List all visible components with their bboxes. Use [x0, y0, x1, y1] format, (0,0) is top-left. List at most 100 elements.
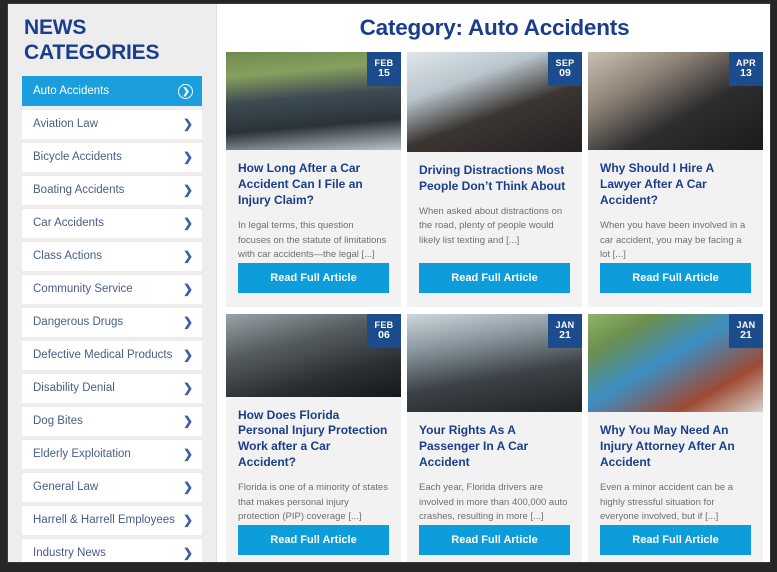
article-card[interactable]: FEB 06 How Does Florida Personal Injury Pr…	[226, 314, 401, 562]
page-frame: NEWS CATEGORIES Auto Accidents ❯ Aviation …	[8, 4, 770, 562]
sidebar-item-label: Defective Medical Products	[33, 349, 173, 362]
news-categories-sidebar: NEWS CATEGORIES Auto Accidents ❯ Aviation …	[8, 4, 217, 562]
date-day: 09	[559, 67, 571, 80]
sidebar-item-label: Dog Bites	[33, 415, 83, 428]
sidebar-item-label: Auto Accidents	[33, 85, 110, 98]
article-card[interactable]: SEP 09 Driving Distractions Most People Do…	[407, 52, 582, 307]
sidebar-heading: NEWS CATEGORIES	[24, 16, 160, 64]
article-body: Why You May Need An Injury Attorney Afte…	[588, 412, 763, 525]
sidebar-item-label: Class Actions	[33, 250, 103, 263]
sidebar-item-label: Boating Accidents	[33, 184, 125, 197]
article-date-badge: FEB 15	[367, 52, 401, 86]
article-thumbnail[interactable]: JAN 21	[407, 314, 582, 413]
sidebar-item-dangerous-drugs[interactable]: Dangerous Drugs ❯	[22, 306, 202, 337]
sidebar-item-car-accidents[interactable]: Car Accidents ❯	[22, 207, 202, 238]
date-day: 15	[378, 67, 390, 80]
article-body: Your Rights As A Passenger In A Car Acci…	[407, 412, 582, 525]
article-card-grid: FEB 15 How Long After a Car Accident Can I…	[223, 52, 766, 562]
date-day: 21	[740, 329, 752, 342]
article-date-badge: FEB 06	[367, 314, 401, 348]
chevron-right-icon: ❯	[182, 216, 193, 231]
sidebar-item-class-actions[interactable]: Class Actions ❯	[22, 240, 202, 271]
article-thumbnail[interactable]: JAN 21	[588, 314, 763, 413]
article-card[interactable]: JAN 21 Your Rights As A Passenger In A Car…	[407, 314, 582, 562]
chevron-right-icon: ❯	[182, 315, 193, 330]
article-title[interactable]: Driving Distractions Most People Don’t T…	[419, 163, 570, 195]
article-excerpt: Each year, Florida drivers are involved …	[419, 481, 568, 523]
article-card[interactable]: FEB 15 How Long After a Car Accident Can I…	[226, 52, 401, 307]
sidebar-item-general-law[interactable]: General Law ❯	[22, 471, 202, 502]
sidebar-item-bicycle-accidents[interactable]: Bicycle Accidents ❯	[22, 141, 202, 172]
chevron-right-icon: ❯	[182, 414, 193, 429]
sidebar-item-boating-accidents[interactable]: Boating Accidents ❯	[22, 174, 202, 205]
sidebar-item-label: Bicycle Accidents	[33, 151, 122, 164]
article-title[interactable]: How Long After a Car Accident Can I File…	[238, 161, 389, 208]
article-excerpt: Even a minor accident can be a highly st…	[600, 481, 734, 523]
sidebar-item-aviation-law[interactable]: Aviation Law ❯	[22, 108, 202, 139]
article-excerpt: Florida is one of a minority of states t…	[238, 481, 388, 523]
sidebar-item-dog-bites[interactable]: Dog Bites ❯	[22, 405, 202, 436]
article-excerpt: In legal terms, this question focuses on…	[238, 219, 387, 261]
sidebar-item-harrell-harrell-employees[interactable]: Harrell & Harrell Employees ❯	[22, 504, 202, 535]
chevron-right-icon: ❯	[182, 546, 193, 561]
article-thumbnail[interactable]: SEP 09	[407, 52, 582, 152]
article-body: How Does Florida Personal Injury Protect…	[226, 397, 401, 525]
date-day: 13	[740, 67, 752, 80]
sidebar-item-label: Car Accidents	[33, 217, 104, 230]
chevron-right-icon: ❯	[182, 249, 193, 264]
sidebar-item-defective-medical-products[interactable]: Defective Medical Products ❯	[22, 339, 202, 370]
chevron-right-icon: ❯	[182, 447, 193, 462]
article-excerpt: When asked about distractions on the roa…	[419, 205, 563, 247]
article-title[interactable]: Why Should I Hire A Lawyer After A Car A…	[600, 161, 751, 208]
screenshot-frame: NEWS CATEGORIES Auto Accidents ❯ Aviation …	[0, 0, 777, 572]
sidebar-item-label: Elderly Exploitation	[33, 448, 131, 461]
sidebar-item-label: Harrell & Harrell Employees	[33, 514, 175, 527]
article-title[interactable]: Your Rights As A Passenger In A Car Acci…	[419, 423, 570, 470]
chevron-right-icon: ❯	[182, 117, 193, 132]
date-day: 06	[378, 329, 390, 342]
read-full-article-button[interactable]: Read Full Article	[419, 525, 570, 555]
article-date-badge: SEP 09	[548, 52, 582, 86]
article-body: How Long After a Car Accident Can I File…	[226, 150, 401, 263]
chevron-right-icon: ❯	[182, 282, 193, 297]
sidebar-item-label: Industry News	[33, 547, 106, 560]
date-day: 21	[559, 329, 571, 342]
chevron-right-icon: ❯	[182, 513, 193, 528]
sidebar-item-label: Aviation Law	[33, 118, 98, 131]
article-title[interactable]: Why You May Need An Injury Attorney Afte…	[600, 423, 751, 470]
sidebar-item-label: General Law	[33, 481, 99, 494]
read-full-article-button[interactable]: Read Full Article	[419, 263, 570, 293]
article-excerpt: When you have been involved in a car acc…	[600, 219, 746, 261]
page-layout: NEWS CATEGORIES Auto Accidents ❯ Aviation …	[8, 4, 770, 562]
article-thumbnail[interactable]: FEB 15	[226, 52, 401, 151]
sidebar-item-auto-accidents[interactable]: Auto Accidents ❯	[22, 75, 202, 106]
article-thumbnail[interactable]: FEB 06	[226, 314, 401, 397]
chevron-right-icon: ❯	[182, 348, 193, 363]
sidebar-item-community-service[interactable]: Community Service ❯	[22, 273, 202, 304]
sidebar-item-industry-news[interactable]: Industry News ❯	[22, 537, 202, 562]
article-card[interactable]: JAN 21 Why You May Need An Injury Attorney…	[588, 314, 763, 562]
sidebar-item-label: Disability Denial	[33, 382, 115, 395]
article-thumbnail[interactable]: APR 13	[588, 52, 763, 151]
sidebar-item-label: Dangerous Drugs	[33, 316, 124, 329]
chevron-right-icon: ❯	[182, 480, 193, 495]
chevron-right-icon: ❯	[182, 381, 193, 396]
article-date-badge: APR 13	[729, 52, 763, 86]
sidebar-item-disability-denial[interactable]: Disability Denial ❯	[22, 372, 202, 403]
read-full-article-button[interactable]: Read Full Article	[600, 263, 751, 293]
article-body: Why Should I Hire A Lawyer After A Car A…	[588, 150, 763, 263]
sidebar-item-label: Community Service	[33, 283, 133, 296]
chevron-right-icon: ❯	[178, 83, 193, 99]
read-full-article-button[interactable]: Read Full Article	[600, 525, 751, 555]
article-date-badge: JAN 21	[729, 314, 763, 348]
page-title: Category: Auto Accidents	[359, 15, 630, 40]
article-body: Driving Distractions Most People Don’t T…	[407, 152, 582, 263]
article-title[interactable]: How Does Florida Personal Injury Protect…	[238, 408, 389, 471]
read-full-article-button[interactable]: Read Full Article	[238, 263, 389, 293]
category-list: Auto Accidents ❯ Aviation Law ❯ Bicycle Acci…	[22, 75, 202, 562]
main-content: Category: Auto Accidents FEB 15 How Long A…	[217, 4, 770, 562]
sidebar-item-elderly-exploitation[interactable]: Elderly Exploitation ❯	[22, 438, 202, 469]
article-card[interactable]: APR 13 Why Should I Hire A Lawyer After A …	[588, 52, 763, 307]
read-full-article-button[interactable]: Read Full Article	[238, 525, 389, 555]
article-date-badge: JAN 21	[548, 314, 582, 348]
